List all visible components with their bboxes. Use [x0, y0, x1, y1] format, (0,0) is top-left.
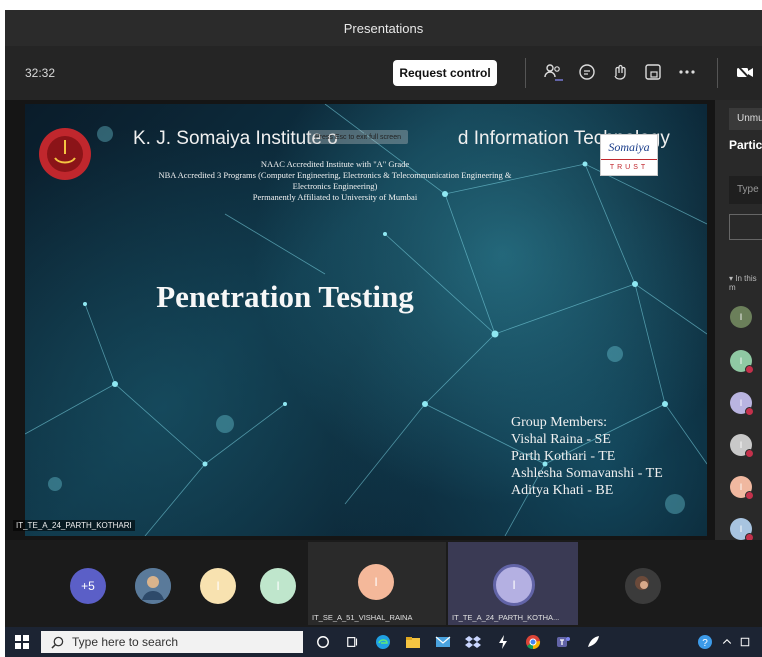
- file-explorer-icon[interactable]: [403, 632, 423, 652]
- accreditation-line: NAAC Accredited Institute with "A" Grade: [260, 159, 410, 169]
- taskbar-search-box[interactable]: Type here to search: [41, 631, 303, 653]
- trust-logo-script: Somaiya: [608, 139, 650, 154]
- chat-icon[interactable]: [575, 60, 599, 84]
- svg-text:?: ?: [702, 638, 708, 649]
- search-icon: [51, 636, 64, 649]
- participants-heading: Partic: [729, 138, 762, 152]
- participant-avatar[interactable]: I: [200, 568, 236, 604]
- slide-main-title: Penetration Testing: [156, 279, 414, 314]
- participant-avatar[interactable]: I: [730, 392, 754, 416]
- participant-search-input[interactable]: Type: [729, 176, 762, 204]
- participant-avatar: I: [493, 564, 535, 606]
- chevron-up-icon[interactable]: [717, 632, 737, 652]
- cortana-icon[interactable]: [313, 632, 333, 652]
- members-heading: Group Members:: [511, 415, 608, 430]
- help-icon[interactable]: ?: [695, 632, 715, 652]
- active-speaker-tile[interactable]: I IT_TE_A_24_PARTH_KOTHA...: [448, 542, 578, 625]
- fullscreen-hint: Press Esc to exit full screen: [308, 130, 408, 144]
- member-name: Vishal Raina - SE: [511, 432, 611, 447]
- muted-indicator: [745, 365, 754, 374]
- participant-avatar: I: [358, 564, 394, 600]
- dropbox-icon[interactable]: [463, 632, 483, 652]
- muted-indicator: [745, 533, 754, 540]
- presenter-name-tag: IT_TE_A_24_PARTH_KOTHARI: [13, 520, 135, 531]
- participant-photo-avatar[interactable]: [135, 568, 171, 604]
- power-automate-icon[interactable]: [493, 632, 513, 652]
- title-bar: Presentations: [5, 10, 762, 46]
- search-placeholder: Type here to search: [72, 635, 179, 649]
- participant-avatar[interactable]: I: [260, 568, 296, 604]
- accreditation-line: Electronics Engineering): [292, 181, 378, 191]
- toolbar-separator: [717, 58, 718, 88]
- participant-tile-label: IT_SE_A_51_VISHAL_RAINA: [312, 613, 413, 622]
- request-control-button[interactable]: Request control: [393, 60, 497, 86]
- task-view-icon[interactable]: [343, 632, 363, 652]
- accreditation-line: NBA Accredited 3 Programs (Computer Engi…: [158, 170, 512, 180]
- in-this-meeting-label: ▾ In this m: [729, 274, 757, 292]
- muted-indicator: [745, 407, 754, 416]
- participant-tile-label: IT_TE_A_24_PARTH_KOTHA...: [452, 613, 560, 622]
- accreditation-line: Permanently Affiliated to University of …: [252, 192, 418, 202]
- participant-avatar[interactable]: I: [730, 306, 752, 328]
- windows-start-icon[interactable]: [15, 635, 29, 649]
- shared-slide: K. J. Somaiya Institute od Information T…: [25, 104, 707, 536]
- participant-avatar[interactable]: I: [730, 518, 754, 540]
- meeting-toolbar: 32:32 Request control: [5, 46, 762, 100]
- participant-avatar[interactable]: I: [730, 476, 754, 500]
- edge-browser-icon[interactable]: [373, 632, 393, 652]
- group-members: Group Members: Vishal Raina - SE Parth K…: [511, 414, 663, 499]
- muted-indicator: [745, 449, 754, 458]
- feather-app-icon[interactable]: [583, 632, 603, 652]
- member-name: Parth Kothari - TE: [511, 449, 616, 464]
- window-title: Presentations: [343, 20, 424, 36]
- toolbar-separator: [525, 58, 526, 88]
- teams-window: Presentations 32:32 Request control K. J…: [5, 10, 762, 657]
- presentation-stage: K. J. Somaiya Institute od Information T…: [5, 100, 715, 540]
- member-name: Ashlesha Somavanshi - TE: [511, 466, 663, 481]
- participant-photo-avatar[interactable]: [625, 568, 661, 604]
- people-icon[interactable]: [541, 60, 565, 84]
- institute-logo: [37, 126, 93, 182]
- somaiya-trust-logo: Somaiya TRUST: [600, 134, 658, 176]
- reactions-icon[interactable]: [608, 60, 632, 84]
- participant-tile[interactable]: I IT_SE_A_51_VISHAL_RAINA: [308, 542, 446, 625]
- camera-off-icon[interactable]: [733, 60, 757, 84]
- tray-icon[interactable]: [735, 632, 755, 652]
- meeting-timer: 32:32: [25, 66, 56, 80]
- participant-avatar[interactable]: I: [730, 350, 754, 374]
- breakout-rooms-icon[interactable]: [641, 60, 665, 84]
- participants-panel: Unmu Partic Type ▾ In this m I I I I I I: [715, 100, 762, 540]
- participant-avatar[interactable]: I: [730, 434, 754, 458]
- trust-logo-word: TRUST: [601, 159, 657, 174]
- more-participants-badge[interactable]: +5: [70, 568, 106, 604]
- windows-taskbar: Type here to search ?: [5, 627, 762, 657]
- share-invite-field[interactable]: [729, 214, 762, 240]
- accreditation-text: NAAC Accredited Institute with "A" Grade…: [125, 159, 545, 203]
- teams-icon[interactable]: [553, 632, 573, 652]
- chrome-icon[interactable]: [523, 632, 543, 652]
- muted-indicator: [745, 491, 754, 500]
- unmute-button[interactable]: Unmu: [729, 108, 762, 130]
- more-options-icon[interactable]: [675, 60, 699, 84]
- participant-strip: +5 I I I IT_SE_A_51_VISHAL_RAINA I IT_TE…: [5, 540, 762, 627]
- mail-icon[interactable]: [433, 632, 453, 652]
- member-name: Aditya Khati - BE: [511, 483, 614, 498]
